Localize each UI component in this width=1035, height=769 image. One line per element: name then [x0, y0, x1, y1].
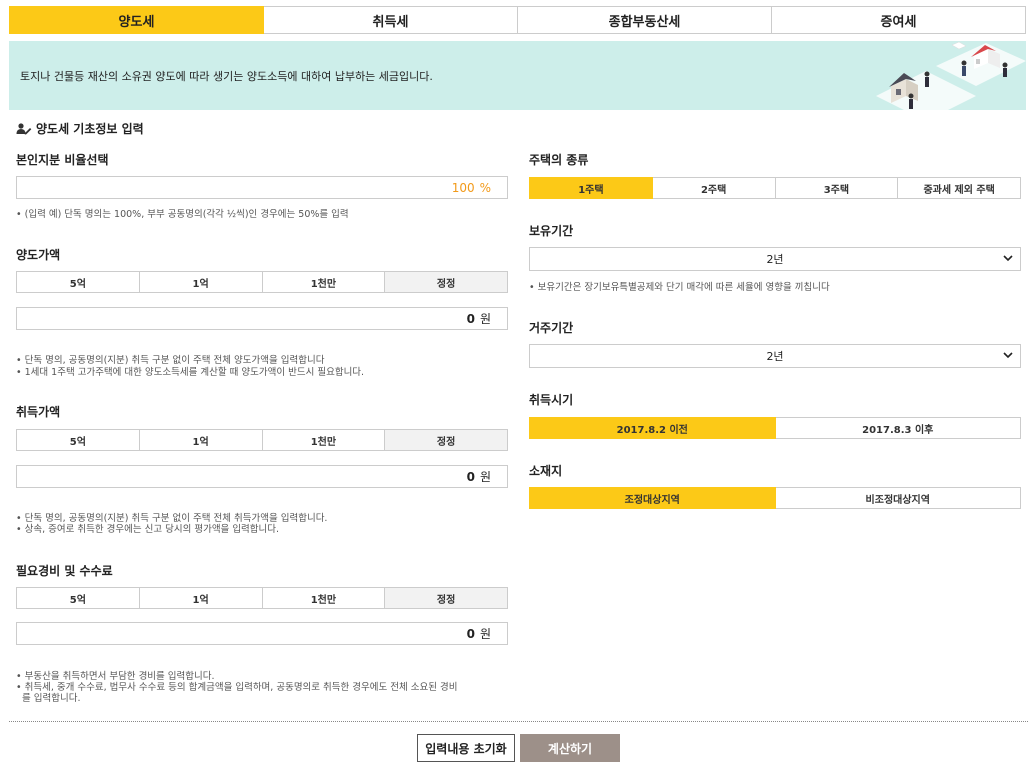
house-type-options: 1주택 2주택 3주택 중과세 제외 주택	[529, 177, 1021, 199]
acquisition-price-unit: 원	[479, 470, 491, 484]
acquisition-price-value: 0	[466, 469, 475, 484]
expenses-unit: 원	[479, 627, 491, 641]
house-type-label: 주택의 종류	[529, 153, 589, 167]
tax-tabs: 양도세 취득세 종합부동산세 증여세	[9, 6, 1026, 34]
expenses-add-10m-button[interactable]: 1천만	[262, 587, 386, 609]
location-options: 조정대상지역 비조정대상지역	[529, 487, 1021, 509]
house-type-excluded-button[interactable]: 중과세 제외 주택	[898, 177, 1021, 199]
holding-period-value: 2년	[766, 253, 784, 266]
ownership-ratio-unit: %	[479, 180, 491, 195]
acquisition-price-input[interactable]: 0 원	[16, 465, 508, 488]
expenses-add-500m-button[interactable]: 5억	[16, 587, 140, 609]
sale-price-label: 양도가액	[16, 248, 61, 262]
sale-price-input[interactable]: 0 원	[16, 307, 508, 330]
expenses-label: 필요경비 및 수수료	[16, 564, 113, 578]
acquisition-price-label: 취득가액	[16, 405, 61, 419]
tab-comprehensive-property-tax[interactable]: 종합부동산세	[518, 6, 772, 34]
acquisition-after-button[interactable]: 2017.8.3 이후	[775, 417, 1021, 439]
divider	[9, 721, 1028, 722]
location-adjusted-area-button[interactable]: 조정대상지역	[529, 487, 776, 509]
acquisition-price-add-100m-button[interactable]: 1억	[139, 429, 263, 451]
location-non-adjusted-area-button[interactable]: 비조정대상지역	[775, 487, 1021, 509]
sale-price-quick-buttons: 5억 1억 1천만 정정	[16, 271, 508, 293]
house-type-3-button[interactable]: 3주택	[775, 177, 899, 199]
residence-period-select[interactable]: 2년	[529, 344, 1021, 368]
reset-button[interactable]: 입력내용 초기화	[417, 734, 515, 762]
tab-transfer-tax[interactable]: 양도세	[9, 6, 264, 34]
acquisition-before-button[interactable]: 2017.8.2 이전	[529, 417, 776, 439]
holding-period-select[interactable]: 2년	[529, 247, 1021, 271]
info-banner: 토지나 건물등 재산의 소유권 양도에 따라 생기는 양도소득에 대하여 납부하…	[9, 41, 1026, 110]
section-title-text: 양도세 기초정보 입력	[36, 122, 144, 136]
acquisition-time-label: 취득시기	[529, 393, 574, 407]
real-estate-illustration	[876, 41, 1026, 110]
expenses-note-2: • 취득세, 중개 수수료, 법무사 수수료 등의 합계금액을 입력하며, 공동…	[16, 682, 458, 693]
sale-price-add-500m-button[interactable]: 5억	[16, 271, 140, 293]
acquisition-time-options: 2017.8.2 이전 2017.8.3 이후	[529, 417, 1021, 439]
calculate-button[interactable]: 계산하기	[520, 734, 620, 762]
holding-period-label: 보유기간	[529, 224, 574, 238]
section-title: 양도세 기초정보 입력	[16, 120, 144, 137]
expenses-quick-buttons: 5억 1억 1천만 정정	[16, 587, 508, 609]
sale-price-note-2: • 1세대 1주택 고가주택에 대한 양도소득세를 계산할 때 양도가액이 반드…	[16, 367, 365, 378]
expenses-note-3: 를 입력합니다.	[16, 693, 81, 704]
ownership-ratio-input[interactable]: 100 %	[16, 176, 508, 199]
banner-text: 토지나 건물등 재산의 소유권 양도에 따라 생기는 양도소득에 대하여 납부하…	[20, 70, 433, 83]
sale-price-add-100m-button[interactable]: 1억	[139, 271, 263, 293]
holding-period-note: • 보유기간은 장기보유특별공제와 단기 매각에 따른 세율에 영향을 끼칩니다	[529, 282, 830, 293]
sale-price-correct-button[interactable]: 정정	[385, 271, 508, 293]
house-type-2-button[interactable]: 2주택	[652, 177, 776, 199]
residence-period-label: 거주기간	[529, 321, 574, 335]
expenses-input[interactable]: 0 원	[16, 622, 508, 645]
acquisition-price-correct-button[interactable]: 정정	[385, 429, 508, 451]
tab-acquisition-tax[interactable]: 취득세	[264, 6, 518, 34]
chevron-down-icon	[1003, 255, 1013, 262]
house-type-1-button[interactable]: 1주택	[529, 177, 653, 199]
sale-price-note-1: • 단독 명의, 공동명의(지분) 취득 구분 없이 주택 전체 양도가액을 입…	[16, 355, 325, 366]
chevron-down-icon	[1003, 352, 1013, 359]
acquisition-price-add-10m-button[interactable]: 1천만	[262, 429, 386, 451]
sale-price-value: 0	[466, 311, 475, 326]
residence-period-value: 2년	[766, 350, 784, 363]
user-edit-icon	[16, 122, 32, 135]
sale-price-add-10m-button[interactable]: 1천만	[262, 271, 386, 293]
expenses-value: 0	[466, 626, 475, 641]
ownership-label: 본인지분 비율선택	[16, 153, 109, 167]
acquisition-price-add-500m-button[interactable]: 5억	[16, 429, 140, 451]
acquisition-price-quick-buttons: 5억 1억 1천만 정정	[16, 429, 508, 451]
expenses-correct-button[interactable]: 정정	[385, 587, 508, 609]
tab-gift-tax[interactable]: 증여세	[772, 6, 1026, 34]
acquisition-price-note-2: • 상속, 증여로 취득한 경우에는 신고 당시의 평가액을 입력합니다.	[16, 524, 280, 535]
ownership-ratio-value: 100	[451, 180, 475, 195]
location-label: 소재지	[529, 464, 563, 478]
expenses-add-100m-button[interactable]: 1억	[139, 587, 263, 609]
sale-price-unit: 원	[479, 312, 491, 326]
ownership-note: • (입력 예) 단독 명의는 100%, 부부 공동명의(각각 ½씩)인 경우…	[16, 209, 349, 220]
